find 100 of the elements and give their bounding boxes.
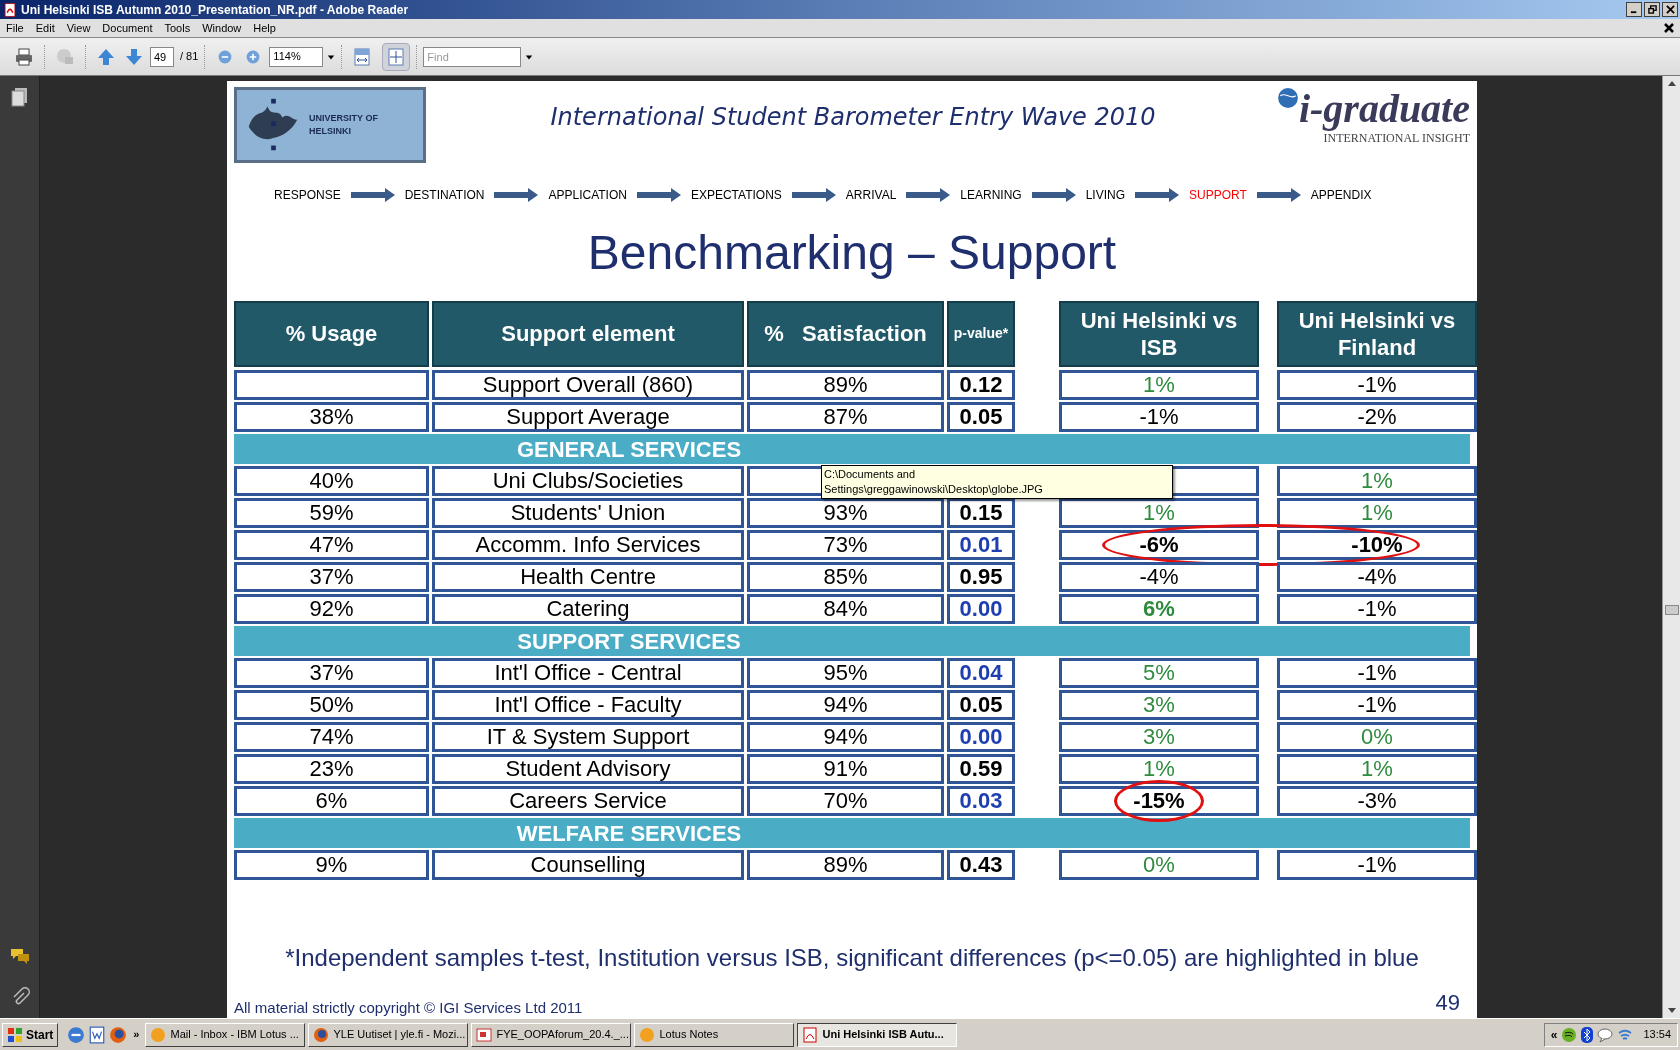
comments-icon xyxy=(8,946,31,966)
app-icon xyxy=(639,1026,656,1043)
fit-page-button[interactable] xyxy=(382,42,411,71)
start-button[interactable]: Start xyxy=(2,1022,59,1047)
table-cell: 1% xyxy=(1059,498,1259,528)
table-cell: 0.05 xyxy=(947,402,1015,432)
table-cell: 0.43 xyxy=(947,850,1015,880)
step-label: RESPONSE xyxy=(274,187,341,204)
minimize-button[interactable] xyxy=(1626,2,1642,17)
table-cell: 74% xyxy=(234,722,429,752)
table-cell: 0.03 xyxy=(947,786,1015,816)
table-cell: Careers Service xyxy=(432,786,744,816)
table-cell: 95% xyxy=(747,658,944,688)
table-cell: 0.04 xyxy=(947,658,1015,688)
step-label: APPLICATION xyxy=(548,187,627,204)
scroll-down-icon[interactable] xyxy=(1666,1005,1677,1015)
table-cell: 0.05 xyxy=(947,690,1015,720)
scroll-up-icon[interactable] xyxy=(1666,79,1677,89)
section-title: SUPPORT SERVICES xyxy=(516,627,742,656)
overflow-button[interactable]: » xyxy=(130,1026,143,1043)
table-cell: 59% xyxy=(234,498,429,528)
vertical-scrollbar[interactable] xyxy=(1662,76,1680,1018)
table-cell: Int'l Office - Faculty xyxy=(432,690,744,720)
document-icon xyxy=(88,1025,107,1044)
column-header: % Usage xyxy=(234,301,429,367)
table-cell: 3% xyxy=(1059,690,1259,720)
footnote: *Independent samples t-test, Institution versus ISB, significant differences (p<=0.05) are highlighted in blue xyxy=(285,943,1419,973)
pdf-icon xyxy=(802,1026,819,1043)
plus-icon xyxy=(245,48,262,65)
table-cell: 92% xyxy=(234,594,429,624)
close-document-button[interactable] xyxy=(1664,23,1674,33)
restore-icon xyxy=(1647,5,1657,14)
music-app-icon xyxy=(1561,1026,1578,1043)
table-cell: 87% xyxy=(747,402,944,432)
arrow-icon xyxy=(1135,188,1180,202)
arrow-icon xyxy=(1256,188,1301,202)
table-cell: Counselling xyxy=(432,850,744,880)
menu-item[interactable]: Tools xyxy=(158,19,197,37)
table-cell: -1% xyxy=(1277,370,1477,400)
table-cell: 85% xyxy=(747,562,944,592)
arrow-icon xyxy=(494,188,539,202)
column-header: % Satisfaction xyxy=(747,301,944,367)
brand-tagline: INTERNATIONAL INSIGHT xyxy=(1323,131,1470,147)
taskbar-button[interactable]: YLE Uutiset | yle.fi - Mozi... xyxy=(308,1022,469,1047)
menu-item[interactable]: Document xyxy=(96,19,159,37)
table-cell: -1% xyxy=(1277,594,1477,624)
step-label: EXPECTATIONS xyxy=(690,187,782,204)
arrow-icon xyxy=(791,188,836,202)
taskbar-button[interactable]: Mail - Inbox - IBM Lotus ... xyxy=(145,1022,306,1047)
clock: 13:54 xyxy=(1643,1027,1671,1043)
menu-item[interactable]: Edit xyxy=(29,19,61,37)
table-cell: -4% xyxy=(1059,562,1259,592)
taskbar-button[interactable]: Uni Helsinki ISB Autu... xyxy=(797,1022,958,1047)
table-cell: IT & System Support xyxy=(432,722,744,752)
table-cell: -15% xyxy=(1059,786,1259,816)
page-count: / 81 xyxy=(180,49,199,65)
table-cell: 6% xyxy=(234,786,429,816)
window-title: Uni Helsinki ISB Autumn 2010_Presentation_NR.pdf - Adobe Reader xyxy=(21,1,409,19)
table-cell: 0.01 xyxy=(947,530,1015,560)
menu-item[interactable]: View xyxy=(60,19,97,37)
minus-icon xyxy=(217,48,234,65)
taskbar-button[interactable]: Lotus Notes xyxy=(634,1022,795,1047)
close-button[interactable] xyxy=(1662,2,1678,17)
table-cell: 0.00 xyxy=(947,594,1015,624)
step-label: LIVING xyxy=(1085,187,1126,204)
slide-header: International Student Barometer Entry Wave 2010 xyxy=(549,102,1157,133)
fit-page-icon xyxy=(386,46,407,67)
logo-text: UNIVERSITY OF HELSINKI xyxy=(309,111,379,138)
column-header: Uni Helsinki vs Finland xyxy=(1277,301,1477,367)
pdf-icon xyxy=(3,2,17,17)
page-number-field[interactable]: 49 xyxy=(150,46,174,67)
restore-button[interactable] xyxy=(1644,2,1660,17)
scrollbar-thumb[interactable] xyxy=(1664,605,1679,615)
table-cell: 6% xyxy=(1059,594,1259,624)
menu-item[interactable]: Window xyxy=(196,19,248,37)
table-cell: 94% xyxy=(747,722,944,752)
find-field[interactable]: Find xyxy=(423,46,522,67)
table-cell: 38% xyxy=(234,402,429,432)
zoom-field[interactable]: 114% xyxy=(269,46,324,67)
menu-item[interactable]: Help xyxy=(247,19,282,37)
table-cell: 84% xyxy=(747,594,944,624)
arrow-icon xyxy=(906,188,951,202)
step-label: APPENDIX xyxy=(1310,187,1372,204)
menu-item[interactable]: File xyxy=(0,19,30,37)
table-cell: -2% xyxy=(1277,402,1477,432)
table-cell: 89% xyxy=(747,370,944,400)
down-arrow-icon xyxy=(124,46,144,67)
tooltip: C:\Documents and Settings\greggawinowski\Desktop\globe.JPG xyxy=(821,465,1173,499)
table-cell: 37% xyxy=(234,658,429,688)
taskbar-button[interactable]: FYE_OOPAforum_20.4._... xyxy=(471,1022,632,1047)
table-cell: 1% xyxy=(1277,754,1477,784)
table-cell: -10% xyxy=(1277,530,1477,560)
table-cell: 1% xyxy=(1059,370,1259,400)
table-cell: 0% xyxy=(1059,850,1259,880)
table-cell: 3% xyxy=(1059,722,1259,752)
bluetooth-icon xyxy=(1581,1026,1594,1043)
slide-title: Benchmarking – Support xyxy=(587,225,1117,281)
tray-expand-button[interactable]: « xyxy=(1550,1025,1558,1044)
table-cell: -1% xyxy=(1277,658,1477,688)
table-cell: -1% xyxy=(1277,690,1477,720)
